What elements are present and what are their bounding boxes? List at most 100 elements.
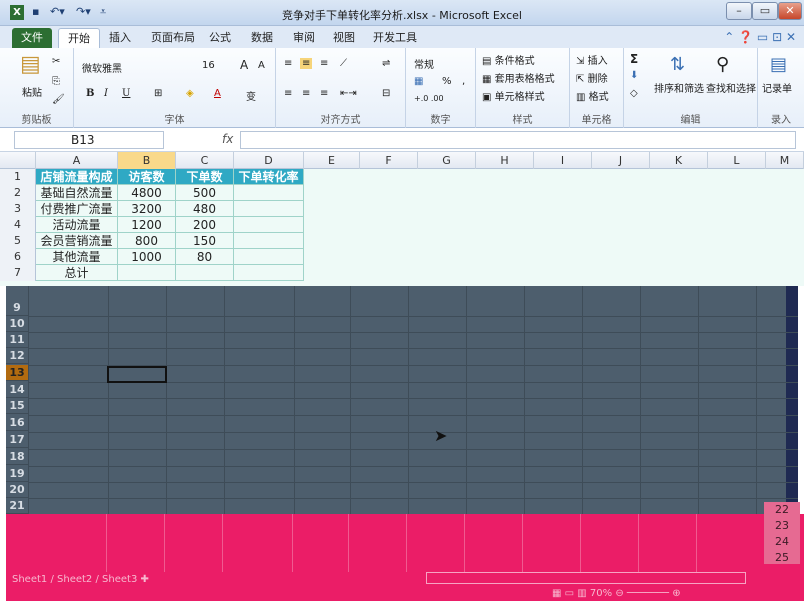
table-cell[interactable]: 4800 (118, 185, 176, 201)
shrink-font-button[interactable]: A (258, 60, 265, 71)
orientation-icon[interactable]: ⟋ (340, 58, 347, 69)
close-button[interactable]: ✕ (778, 2, 802, 20)
table-cell[interactable] (234, 201, 304, 217)
row-header[interactable]: 14 (6, 382, 28, 398)
row-header[interactable]: 12 (6, 348, 28, 364)
row-header[interactable]: 3 (0, 201, 36, 217)
table-cell[interactable] (234, 249, 304, 265)
table-cell[interactable]: 150 (176, 233, 234, 249)
insert-function-button[interactable]: fx (222, 132, 233, 146)
select-all-corner[interactable] (0, 152, 36, 169)
formula-input[interactable] (240, 131, 796, 149)
column-header[interactable]: F (360, 152, 418, 169)
paste-icon[interactable]: ▤ (20, 52, 41, 77)
table-cell[interactable]: 1200 (118, 217, 176, 233)
table-header-cell[interactable]: 访客数 (118, 169, 176, 185)
italic-button[interactable]: I (104, 88, 108, 99)
phonetic-button[interactable]: 变 (246, 88, 256, 103)
row-header[interactable]: 22 (764, 502, 800, 518)
conditional-format-button[interactable]: ▤ 条件格式 (482, 52, 535, 67)
align-left-icon[interactable]: ≡ (284, 88, 292, 99)
align-bottom-icon[interactable]: ≡ (320, 58, 328, 69)
column-header[interactable]: L (708, 152, 766, 169)
column-header[interactable]: C (176, 152, 234, 169)
row-header[interactable]: 25 (764, 550, 800, 566)
row-header[interactable]: 16 (6, 415, 28, 431)
table-cell[interactable] (234, 233, 304, 249)
row-header[interactable]: 7 (0, 265, 36, 281)
row-header[interactable]: 11 (6, 332, 28, 348)
comma-button[interactable]: , (462, 76, 465, 87)
sheet-tab-2[interactable]: Sheet2 (57, 574, 92, 585)
horizontal-scrollbar[interactable] (426, 572, 746, 584)
cut-icon[interactable]: ✂ (52, 56, 60, 67)
row-header[interactable]: 20 (6, 482, 28, 498)
new-sheet-icon[interactable]: ✚ (141, 574, 149, 585)
table-cell[interactable]: 付费推广流量 (36, 201, 118, 217)
row-header[interactable]: 5 (0, 233, 36, 249)
autosum-button[interactable]: Σ (630, 52, 638, 66)
row-header[interactable]: 10 (6, 316, 28, 332)
cell-styles-button[interactable]: ▣ 单元格样式 (482, 88, 545, 103)
tab-review[interactable]: 审阅 (284, 28, 324, 48)
percent-button[interactable]: % (442, 76, 452, 87)
tab-view[interactable]: 视图 (324, 28, 364, 48)
table-cell[interactable]: 总计 (36, 265, 118, 281)
format-button[interactable]: ▥ 格式 (576, 88, 609, 103)
tab-formulas[interactable]: 公式 (200, 28, 240, 48)
column-header[interactable]: I (534, 152, 592, 169)
table-cell[interactable]: 其他流量 (36, 249, 118, 265)
row-header[interactable]: 6 (0, 249, 36, 265)
sheet-tab-1[interactable]: Sheet1 (12, 574, 47, 585)
paste-button[interactable]: 粘贴 (22, 84, 42, 99)
align-center-icon[interactable]: ≡ (302, 88, 310, 99)
find-select-button[interactable]: 查找和选择 (706, 80, 756, 95)
table-cell[interactable]: 1000 (118, 249, 176, 265)
zoom-level[interactable]: 70% (590, 588, 612, 599)
font-size-select[interactable]: 16 (202, 60, 215, 71)
row-header[interactable]: 2 (0, 185, 36, 201)
table-cell[interactable]: 基础自然流量 (36, 185, 118, 201)
tab-file[interactable]: 文件 (12, 28, 52, 48)
column-header[interactable]: G (418, 152, 476, 169)
insert-button[interactable]: ⇲ 插入 (576, 52, 608, 67)
wrap-text-icon[interactable]: ⇌ (382, 58, 390, 69)
tab-developer[interactable]: 开发工具 (364, 28, 426, 48)
format-painter-icon[interactable]: 🖌 (52, 94, 65, 105)
align-middle-icon[interactable]: ≡ (300, 58, 313, 69)
table-cell[interactable]: 480 (176, 201, 234, 217)
number-format-select[interactable]: 常规 (414, 56, 434, 71)
indent-icon[interactable]: ⇤⇥ (340, 88, 357, 99)
table-cell[interactable]: 活动流量 (36, 217, 118, 233)
copy-icon[interactable]: ⎘ (52, 76, 60, 87)
table-cell[interactable]: 会员营销流量 (36, 233, 118, 249)
column-header[interactable]: K (650, 152, 708, 169)
minimize-button[interactable]: – (726, 2, 752, 20)
border-icon[interactable]: ⊞ (154, 88, 162, 99)
maximize-button[interactable]: ▭ (752, 2, 778, 20)
vertical-scrollbar[interactable] (786, 286, 798, 514)
row-header[interactable]: 15 (6, 398, 28, 414)
underline-button[interactable]: U (122, 88, 130, 99)
merge-icon[interactable]: ⊟ (382, 88, 390, 99)
column-header[interactable]: A (36, 152, 118, 169)
help-icons[interactable]: ⌃ ❓ ▭ ⊡ ✕ (724, 30, 796, 44)
table-cell[interactable]: 3200 (118, 201, 176, 217)
table-cell[interactable] (234, 217, 304, 233)
format-as-table-button[interactable]: ▦ 套用表格格式 (482, 70, 555, 85)
row-header[interactable]: 21 (6, 498, 28, 514)
row-header[interactable]: 24 (764, 534, 800, 550)
table-cell[interactable]: 500 (176, 185, 234, 201)
font-color-icon[interactable]: A (214, 88, 221, 99)
find-select-icon[interactable]: ⚲ (716, 54, 729, 75)
form-icon[interactable]: ▤ (770, 54, 787, 75)
sort-filter-icon[interactable]: ⇅ (670, 54, 685, 75)
table-cell[interactable]: 80 (176, 249, 234, 265)
sort-filter-button[interactable]: 排序和筛选 (654, 80, 704, 95)
table-cell[interactable]: 200 (176, 217, 234, 233)
grow-font-button[interactable]: A (240, 58, 248, 72)
fill-color-icon[interactable]: ◈ (186, 88, 194, 99)
table-cell[interactable] (176, 265, 234, 281)
table-header-cell[interactable]: 店铺流量构成 (36, 169, 118, 185)
tab-page-layout[interactable]: 页面布局 (142, 28, 204, 48)
